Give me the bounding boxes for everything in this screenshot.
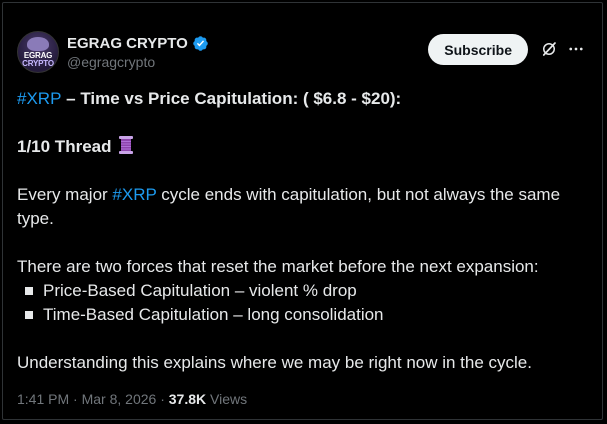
avatar[interactable]: EGRAG CRYPTO bbox=[17, 31, 59, 73]
bullet-text: Time-Based Capitulation – long consolida… bbox=[43, 305, 384, 324]
paragraph-2: There are two forces that reset the mark… bbox=[17, 257, 539, 276]
verified-badge-icon[interactable] bbox=[192, 35, 209, 52]
thread-label: 1/10 Thread bbox=[17, 137, 112, 156]
paragraph-1: Every major #XRP cycle ends with capitul… bbox=[17, 183, 587, 231]
subscribe-button[interactable]: Subscribe bbox=[428, 34, 528, 65]
paragraph-1-start: Every major bbox=[17, 185, 113, 204]
display-name[interactable]: EGRAG CRYPTO bbox=[67, 35, 188, 52]
post-date[interactable]: Mar 8, 2026 bbox=[82, 391, 157, 407]
post-meta: 1:41 PM · Mar 8, 2026 · 37.8K Views bbox=[17, 391, 247, 407]
hashtag-link[interactable]: #XRP bbox=[17, 89, 61, 108]
author-names: EGRAG CRYPTO @egragcrypto bbox=[67, 33, 209, 70]
post-body: #XRP – Time vs Price Capitulation: ( $6.… bbox=[17, 87, 587, 375]
post-title: #XRP – Time vs Price Capitulation: ( $6.… bbox=[17, 87, 587, 111]
views-label: Views bbox=[206, 391, 248, 407]
more-icon[interactable] bbox=[567, 40, 585, 58]
avatar-text-bottom: CRYPTO bbox=[22, 59, 54, 68]
views-count[interactable]: 37.8K bbox=[169, 391, 206, 407]
bullet-item: Price-Based Capitulation – violent % dro… bbox=[17, 279, 587, 303]
bullet-item: Time-Based Capitulation – long consolida… bbox=[17, 303, 587, 327]
bullet-text: Price-Based Capitulation – violent % dro… bbox=[43, 281, 357, 300]
handle[interactable]: @egragcrypto bbox=[67, 54, 209, 70]
post-card: EGRAG CRYPTO EGRAG CRYPTO @egragcrypto S… bbox=[2, 2, 603, 420]
hashtag-link[interactable]: #XRP bbox=[112, 185, 156, 204]
grok-icon[interactable] bbox=[540, 40, 558, 58]
thread-line: 1/10 Thread bbox=[17, 135, 587, 159]
paragraph-3: Understanding this explains where we may… bbox=[17, 353, 532, 372]
post-title-text: – Time vs Price Capitulation: ( $6.8 - $… bbox=[61, 89, 402, 108]
avatar-graphic bbox=[27, 37, 49, 51]
bullet-square-icon bbox=[25, 311, 33, 319]
bullet-square-icon bbox=[25, 287, 33, 295]
post-time[interactable]: 1:41 PM bbox=[17, 391, 69, 407]
meta-separator: · bbox=[69, 391, 82, 407]
meta-separator: · bbox=[156, 391, 169, 407]
thread-spool-emoji bbox=[119, 136, 134, 154]
display-name-row: EGRAG CRYPTO bbox=[67, 33, 209, 53]
post-header: EGRAG CRYPTO EGRAG CRYPTO @egragcrypto S… bbox=[17, 31, 588, 77]
